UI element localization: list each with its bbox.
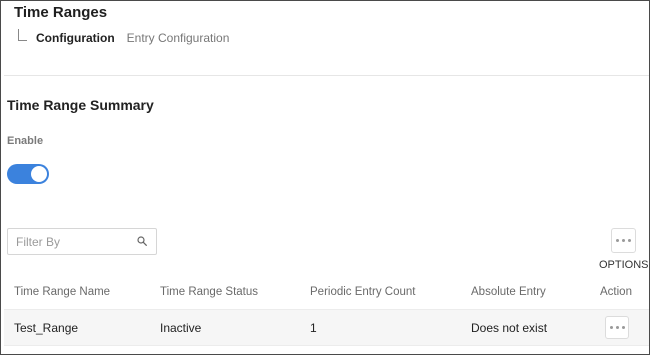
column-header-name[interactable]: Time Range Name xyxy=(14,286,110,298)
cell-absolute-entry: Does not exist xyxy=(471,321,548,335)
cell-periodic-count: 1 xyxy=(310,321,317,335)
column-header-status[interactable]: Time Range Status xyxy=(160,286,258,298)
cell-status: Inactive xyxy=(160,321,202,335)
section-title: Time Range Summary xyxy=(7,97,154,113)
header-divider xyxy=(4,75,649,76)
toggle-knob xyxy=(31,166,47,182)
filter-input[interactable] xyxy=(8,229,136,254)
column-header-action: Action xyxy=(600,286,632,298)
page-title: Time Ranges xyxy=(14,4,108,21)
breadcrumb-entry-configuration[interactable]: Entry Configuration xyxy=(127,31,230,45)
search-icon xyxy=(137,236,147,246)
table-header: Time Range Name Time Range Status Period… xyxy=(4,278,649,310)
time-range-table: Time Range Name Time Range Status Period… xyxy=(4,278,649,346)
enable-toggle[interactable] xyxy=(7,164,49,184)
breadcrumb: Configuration Entry Configuration xyxy=(18,27,229,49)
cell-name: Test_Range xyxy=(14,321,79,335)
more-dots-icon xyxy=(609,326,625,329)
enable-label: Enable xyxy=(7,135,44,147)
app-window: Time Ranges Configuration Entry Configur… xyxy=(0,0,650,355)
tree-branch-icon xyxy=(18,29,27,41)
column-header-periodic-count[interactable]: Periodic Entry Count xyxy=(310,286,415,298)
more-dots-icon xyxy=(616,239,631,242)
breadcrumb-current: Configuration xyxy=(36,31,115,45)
row-action-button[interactable] xyxy=(605,316,629,339)
options-label: OPTIONS xyxy=(599,259,649,271)
options-button[interactable] xyxy=(611,228,636,253)
column-header-absolute-entry[interactable]: Absolute Entry xyxy=(471,286,546,298)
filter-field[interactable] xyxy=(7,228,157,255)
table-row[interactable]: Test_Range Inactive 1 Does not exist xyxy=(4,310,649,346)
